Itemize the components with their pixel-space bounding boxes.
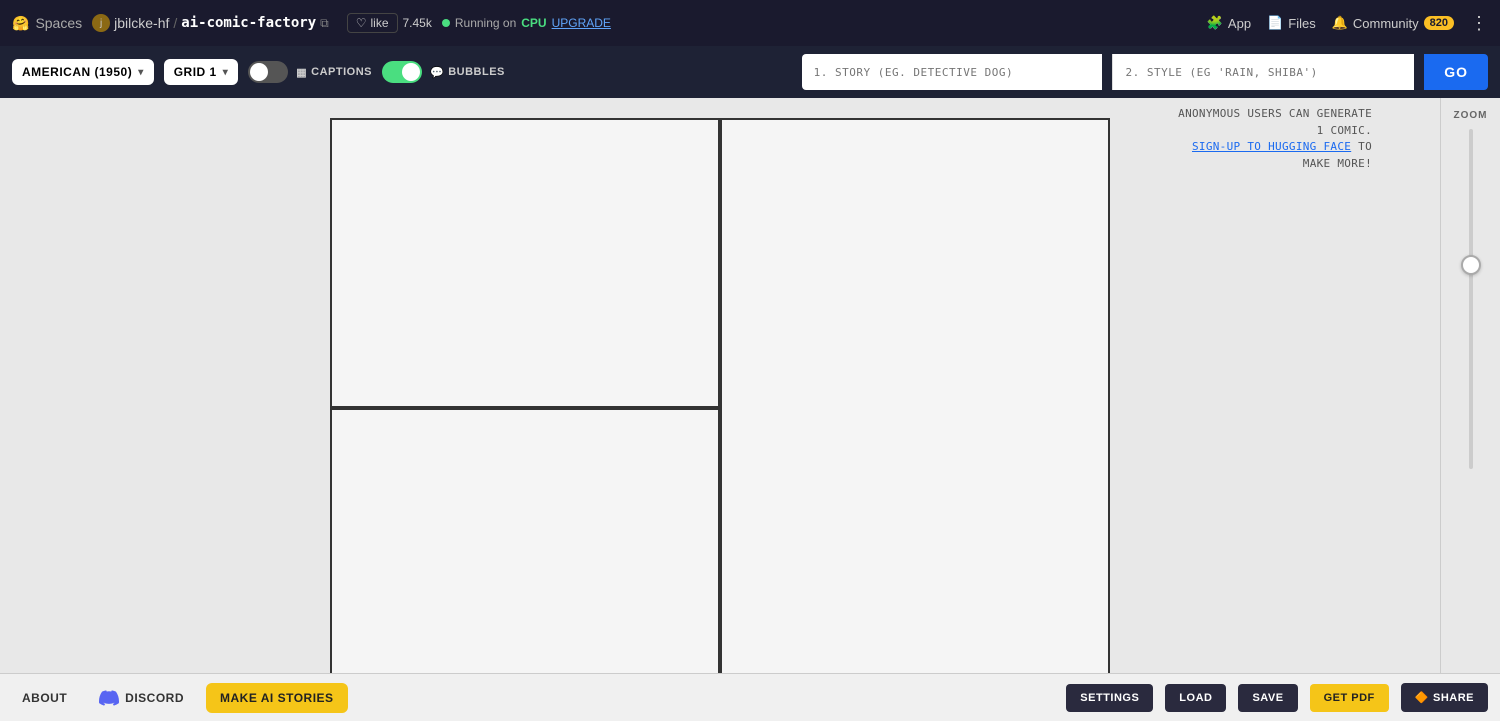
toolbar: AMERICAN (1950) ▾ GRID 1 ▾ ▦ CAPTIONS 💬 … (0, 46, 1500, 98)
bubbles-label: 💬 BUBBLES (430, 66, 505, 79)
community-label: Community (1353, 16, 1419, 31)
files-icon: 📄 (1267, 15, 1283, 31)
app-label: App (1228, 16, 1251, 31)
files-label: Files (1288, 16, 1315, 31)
nav-right-items: 🧩 App 📄 Files 🔔 Community 820 ⋮ (1207, 13, 1488, 34)
app-icon: 🧩 (1207, 15, 1223, 31)
nav-app-link[interactable]: 🧩 App (1207, 15, 1251, 31)
anonymous-text: ANONYMOUS USERS CAN GENERATE 1 COMIC. (1168, 106, 1372, 139)
status-upgrade-link[interactable]: UPGRADE (552, 16, 611, 30)
bubbles-toggle[interactable] (382, 61, 422, 83)
make-stories-button[interactable]: MAKE AI STORIES (206, 683, 348, 713)
get-pdf-button[interactable]: GET PDF (1310, 684, 1389, 712)
spaces-label: Spaces (35, 15, 82, 31)
nav-community-link[interactable]: 🔔 Community 820 (1332, 15, 1454, 31)
status-running-text: Running on (455, 16, 516, 30)
spaces-logo[interactable]: 🤗 Spaces (12, 15, 82, 32)
more-menu-button[interactable]: ⋮ (1470, 13, 1488, 34)
zoom-slider-container (1469, 129, 1473, 673)
comic-panel-2 (720, 118, 1110, 673)
style-input[interactable] (1112, 54, 1414, 90)
discord-label: DISCORD (125, 691, 184, 705)
nav-status: Running on CPU UPGRADE (442, 16, 611, 30)
share-icon-emoji: 🔶 (1415, 691, 1429, 704)
comic-panel-1 (330, 118, 720, 408)
bottom-bar: ABOUT DISCORD MAKE AI STORIES SETTINGS L… (0, 673, 1500, 721)
nav-like-group: ♡ like 7.45k (347, 13, 432, 33)
load-button[interactable]: LOAD (1165, 684, 1226, 712)
discord-button[interactable]: DISCORD (89, 682, 194, 714)
status-cpu-text: CPU (521, 16, 546, 30)
status-dot-icon (442, 19, 450, 27)
like-count: 7.45k (403, 16, 432, 30)
zoom-label: ZOOM (1454, 110, 1488, 121)
about-button[interactable]: ABOUT (12, 685, 77, 711)
grid-value: GRID 1 (174, 65, 217, 79)
nav-files-link[interactable]: 📄 Files (1267, 15, 1316, 31)
discord-icon (99, 688, 119, 708)
zoom-thumb[interactable] (1461, 255, 1481, 275)
canvas-area: ANONYMOUS USERS CAN GENERATE 1 COMIC. SI… (0, 98, 1440, 673)
community-count: 820 (1424, 16, 1454, 30)
captions-icon: ▦ (296, 66, 307, 79)
like-button[interactable]: ♡ like (347, 13, 398, 33)
chevron-down-icon-grid: ▾ (223, 67, 229, 78)
share-button[interactable]: 🔶 SHARE (1401, 683, 1488, 712)
signup-link[interactable]: SIGN-UP TO HUGGING FACE (1192, 140, 1351, 153)
zoom-sidebar: ZOOM (1440, 98, 1500, 673)
nav-user: j jbilcke-hf / ai-comic-factory ⧉ (92, 14, 329, 32)
save-button[interactable]: SAVE (1238, 684, 1297, 712)
grid-dropdown[interactable]: GRID 1 ▾ (164, 59, 239, 85)
zoom-track[interactable] (1469, 129, 1473, 469)
captions-toggle[interactable] (248, 61, 288, 83)
info-overlay: ANONYMOUS USERS CAN GENERATE 1 COMIC. SI… (1160, 98, 1380, 180)
bubbles-knob (402, 63, 420, 81)
chevron-down-icon: ▾ (138, 67, 144, 78)
comic-panel-3 (330, 408, 720, 673)
top-nav: 🤗 Spaces j jbilcke-hf / ai-comic-factory… (0, 0, 1500, 46)
like-label: like (370, 16, 388, 30)
bubbles-toggle-group: 💬 BUBBLES (382, 61, 505, 83)
main-area: ANONYMOUS USERS CAN GENERATE 1 COMIC. SI… (0, 98, 1500, 673)
captions-knob (250, 63, 268, 81)
go-button[interactable]: GO (1424, 54, 1488, 90)
bubbles-icon: 💬 (430, 66, 444, 79)
copy-icon[interactable]: ⧉ (320, 16, 329, 31)
captions-label: ▦ CAPTIONS (296, 66, 372, 79)
get-pdf-label: GET PDF (1324, 692, 1375, 704)
spaces-emoji: 🤗 (12, 15, 29, 32)
user-name: jbilcke-hf (114, 15, 169, 31)
repo-name: ai-comic-factory (181, 15, 316, 31)
captions-toggle-group: ▦ CAPTIONS (248, 61, 372, 83)
share-label: SHARE (1433, 692, 1474, 704)
layout-value: AMERICAN (1950) (22, 65, 132, 79)
layout-dropdown[interactable]: AMERICAN (1950) ▾ (12, 59, 154, 85)
settings-button[interactable]: SETTINGS (1066, 684, 1153, 712)
story-input[interactable] (802, 54, 1103, 90)
user-avatar: j (92, 14, 110, 32)
community-icon: 🔔 (1332, 15, 1348, 31)
comic-grid (330, 118, 1110, 673)
heart-icon: ♡ (356, 16, 367, 30)
